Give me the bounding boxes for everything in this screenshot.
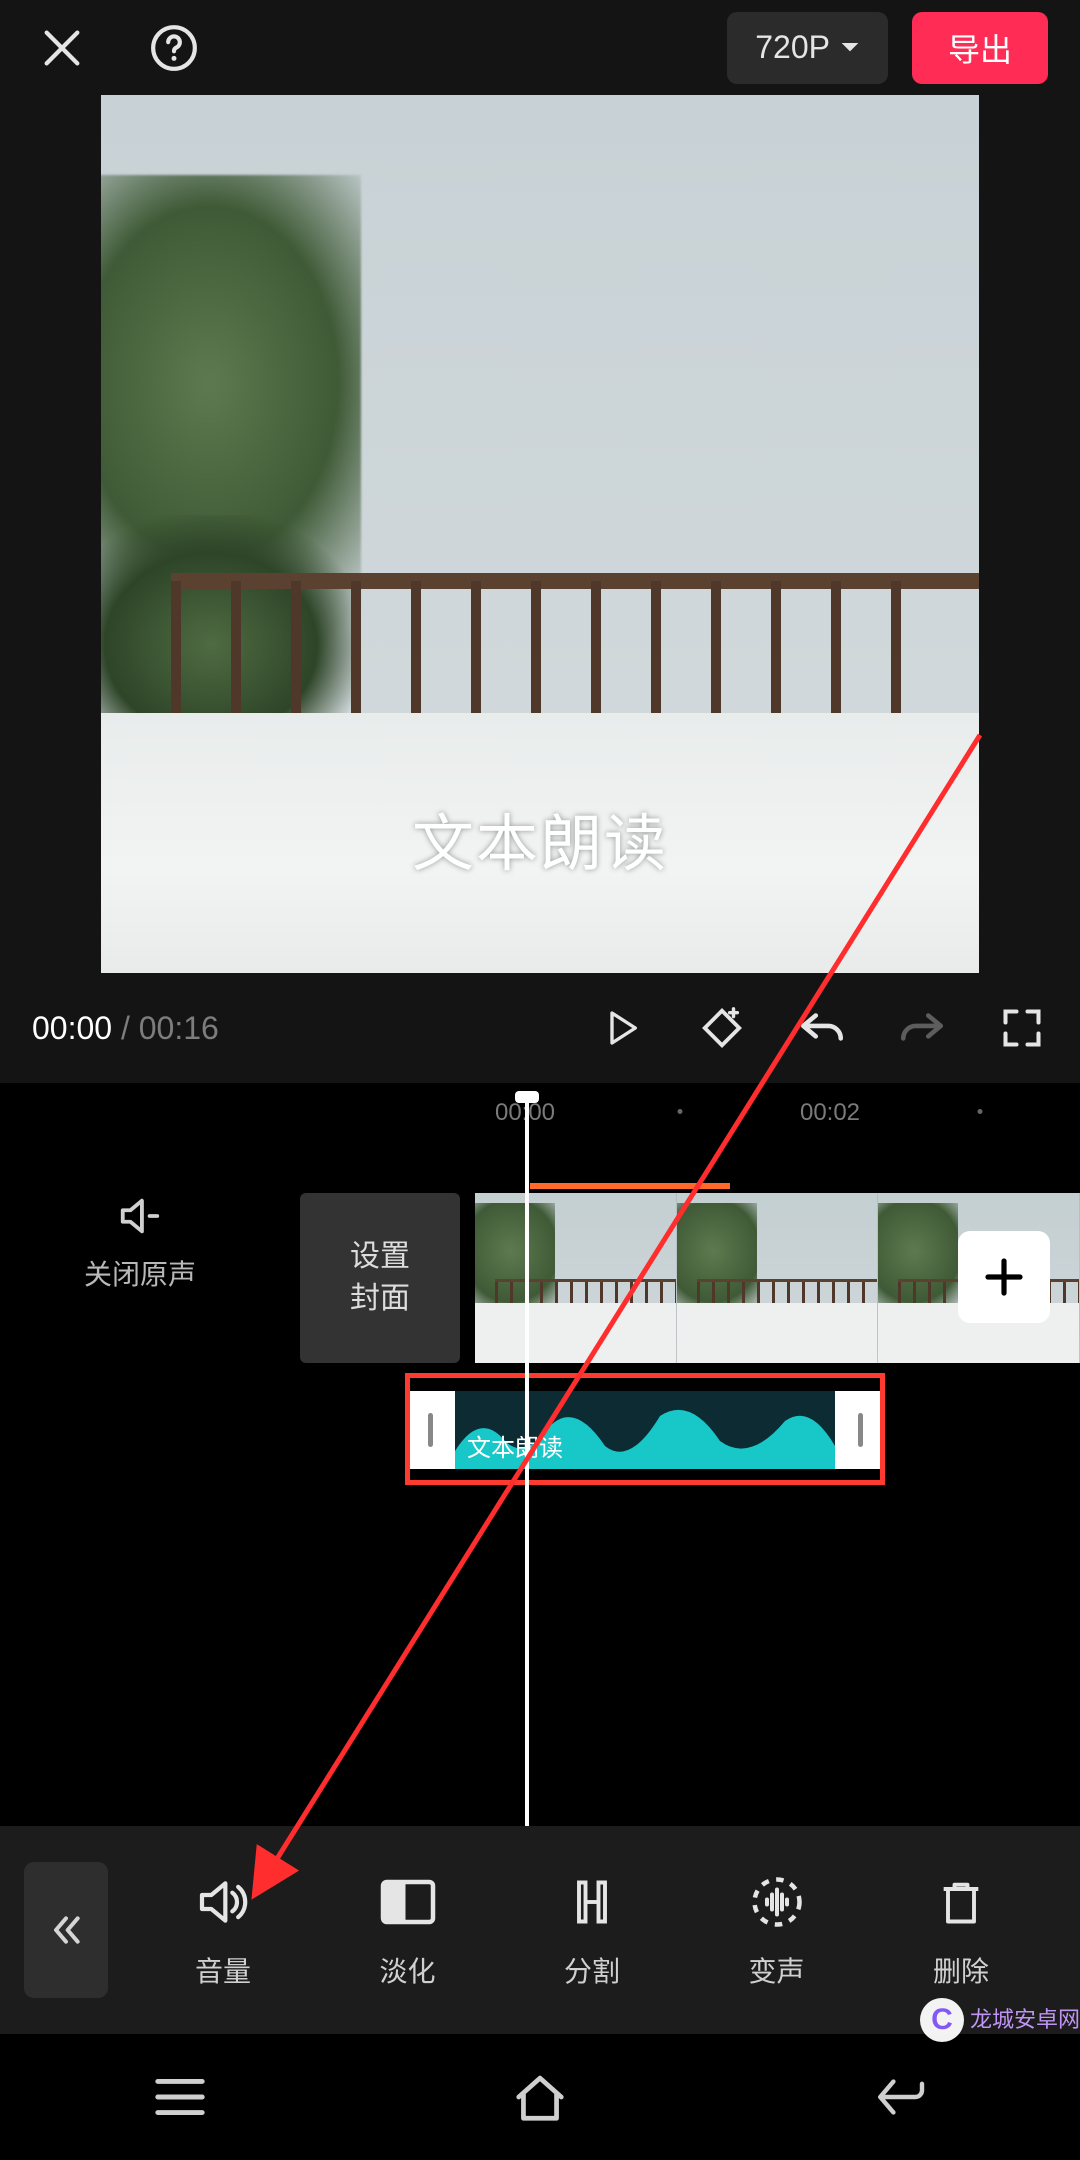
keyframe-button[interactable]	[696, 1002, 748, 1054]
video-clip-thumb[interactable]	[475, 1193, 677, 1363]
chevrons-left-icon	[46, 1910, 86, 1950]
audio-clip-label: 文本朗读	[467, 1428, 563, 1463]
voice-change-icon	[747, 1872, 807, 1932]
watermark-badge: C	[920, 1998, 964, 2042]
selection-marker	[530, 1183, 730, 1189]
redo-button[interactable]	[896, 1002, 948, 1054]
keyframe-icon	[699, 1005, 745, 1051]
tool-label: 淡化	[379, 1950, 435, 1990]
nav-back-icon	[872, 2075, 928, 2119]
tool-split[interactable]: 分割	[517, 1870, 667, 1990]
nav-home-button[interactable]	[460, 2062, 620, 2132]
tool-label: 删除	[933, 1950, 989, 1990]
audio-clip[interactable]: 文本朗读	[405, 1391, 885, 1469]
ruler-mark: 00:02	[800, 1099, 860, 1127]
close-button[interactable]	[32, 18, 92, 78]
nav-back-button[interactable]	[820, 2062, 980, 2132]
total-time: 00:16	[139, 1010, 219, 1046]
cover-label-1: 设置	[350, 1236, 410, 1278]
volume-icon	[191, 1874, 255, 1930]
mute-original-label: 关闭原声	[0, 1253, 280, 1293]
tool-voice-change[interactable]: 变声	[702, 1870, 852, 1990]
plus-icon	[980, 1253, 1028, 1301]
timeline[interactable]: 00:00 00:02 关闭原声 设置 封面	[0, 1083, 1080, 1826]
tool-label: 分割	[564, 1950, 620, 1990]
time-display: 00:00 / 00:16	[32, 1010, 219, 1047]
watermark: C 龙城安卓网	[920, 1998, 1080, 2042]
trash-icon	[935, 1873, 987, 1931]
undo-icon	[797, 1007, 847, 1049]
playhead[interactable]	[525, 1093, 529, 1826]
fade-icon	[378, 1876, 438, 1928]
mute-original-button[interactable]	[0, 1193, 280, 1239]
play-icon	[602, 1006, 642, 1050]
watermark-text: 龙城安卓网	[970, 2008, 1080, 2031]
caption-overlay: 文本朗读	[101, 793, 979, 883]
add-clip-button[interactable]	[958, 1231, 1050, 1323]
audio-clip-handle-right[interactable]	[835, 1391, 885, 1469]
toolbar-back-button[interactable]	[24, 1862, 108, 1998]
set-cover-button[interactable]: 设置 封面	[300, 1193, 460, 1363]
export-button[interactable]: 导出	[912, 12, 1048, 84]
timeline-ruler: 00:00 00:02	[0, 1083, 1080, 1143]
menu-icon	[153, 2077, 207, 2117]
tool-delete[interactable]: 删除	[886, 1870, 1036, 1990]
fullscreen-button[interactable]	[996, 1002, 1048, 1054]
resolution-label: 720P	[755, 29, 830, 66]
current-time: 00:00	[32, 1010, 112, 1046]
speaker-icon	[114, 1193, 166, 1239]
split-icon	[566, 1874, 618, 1930]
home-icon	[510, 2071, 570, 2123]
help-button[interactable]	[144, 18, 204, 78]
undo-button[interactable]	[796, 1002, 848, 1054]
redo-icon	[897, 1007, 947, 1049]
resolution-button[interactable]: 720P	[727, 12, 888, 84]
export-label: 导出	[948, 25, 1012, 71]
video-preview[interactable]: 文本朗读	[0, 95, 1080, 973]
cover-label-2: 封面	[350, 1278, 410, 1320]
tool-volume[interactable]: 音量	[148, 1870, 298, 1990]
tool-label: 音量	[195, 1950, 251, 1990]
tool-fade[interactable]: 淡化	[333, 1870, 483, 1990]
tool-label: 变声	[748, 1950, 804, 1990]
nav-menu-button[interactable]	[100, 2062, 260, 2132]
audio-clip-body[interactable]: 文本朗读	[455, 1391, 835, 1469]
play-button[interactable]	[596, 1002, 648, 1054]
video-clip-thumb[interactable]	[677, 1193, 879, 1363]
audio-clip-handle-left[interactable]	[405, 1391, 455, 1469]
fullscreen-icon	[1000, 1006, 1044, 1050]
chevron-down-icon	[840, 41, 860, 55]
